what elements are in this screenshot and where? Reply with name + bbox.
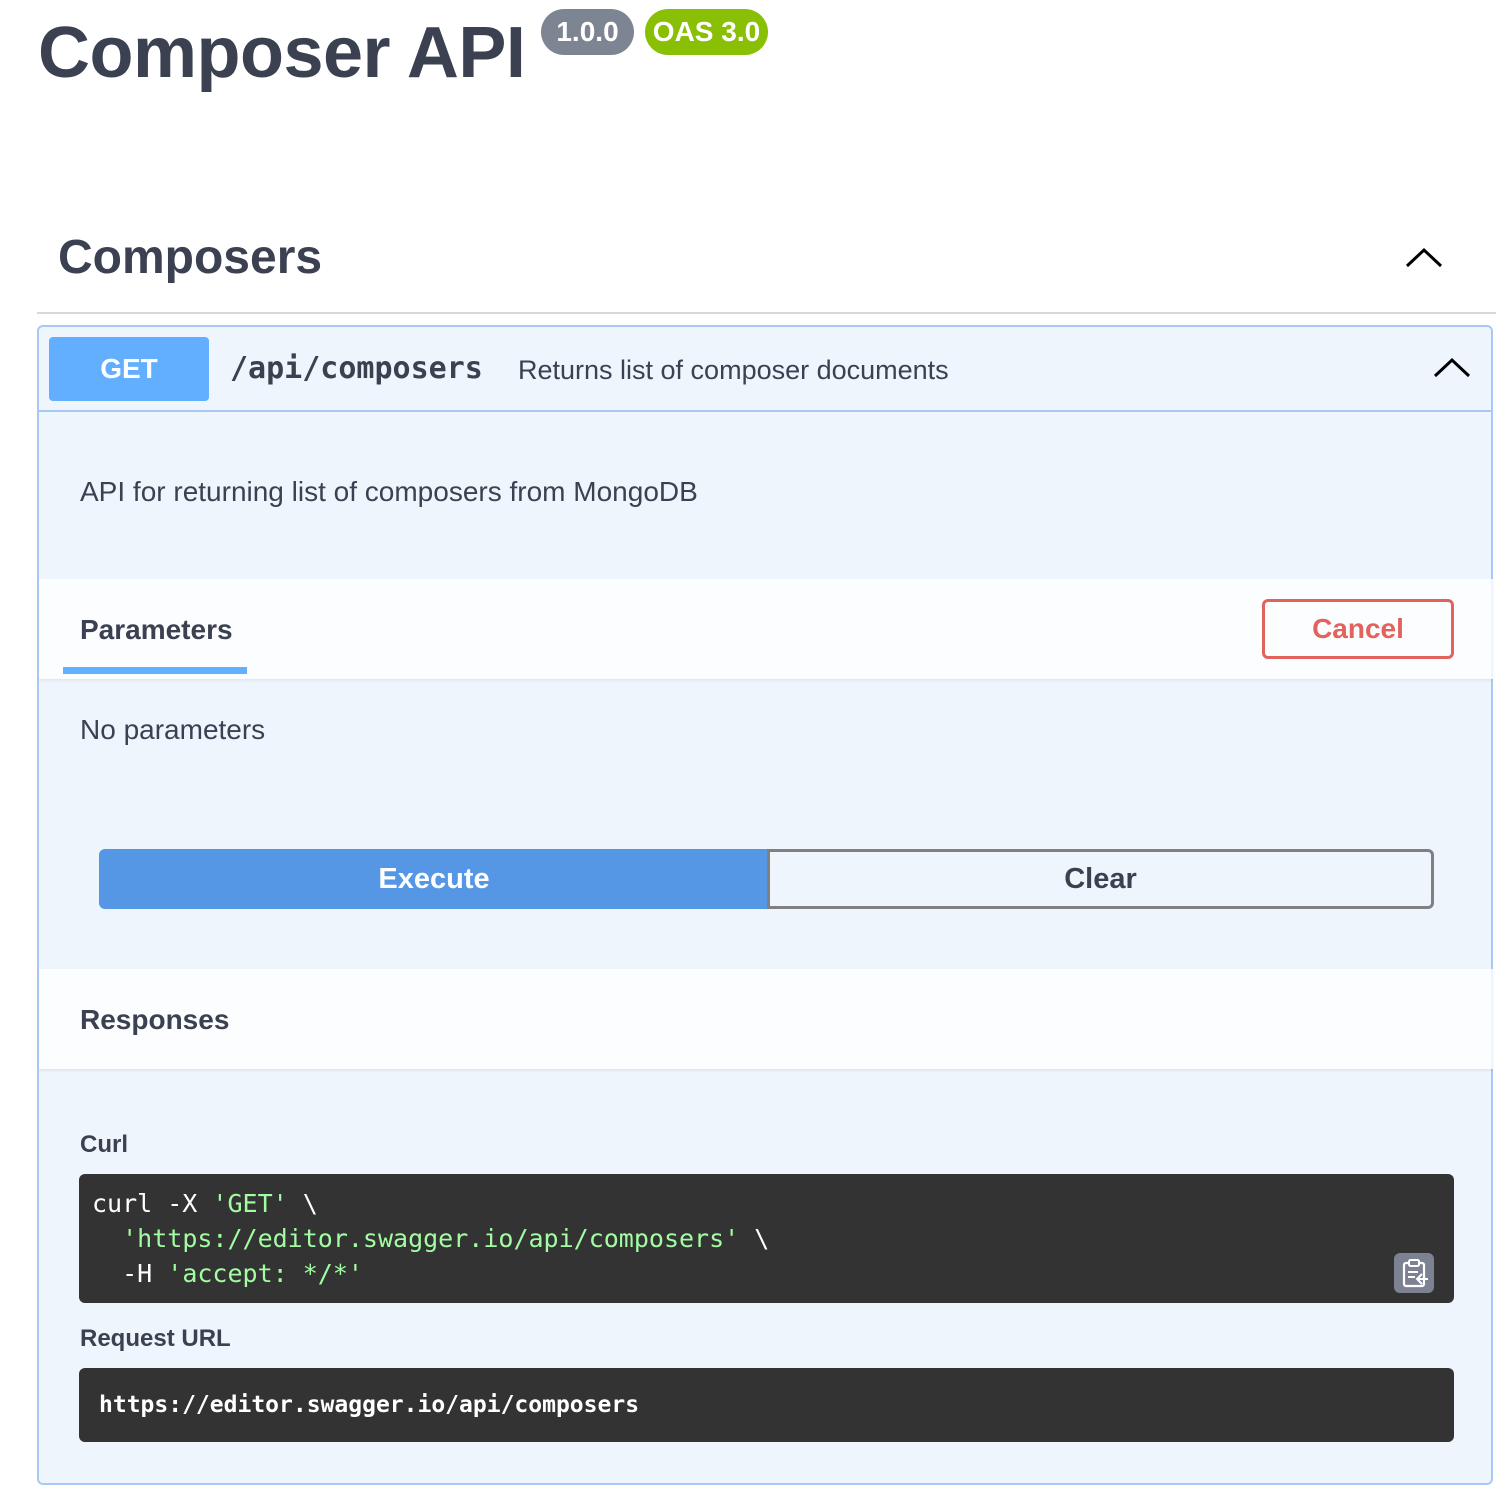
copy-to-clipboard-button[interactable] <box>1394 1253 1434 1293</box>
request-url-label: Request URL <box>80 1325 231 1352</box>
curl-label: Curl <box>80 1131 128 1158</box>
version-badge: 1.0.0 <box>541 9 634 55</box>
cancel-button[interactable]: Cancel <box>1262 599 1454 659</box>
operation-summary[interactable]: Returns list of composer documents <box>518 350 949 390</box>
execute-button[interactable]: Execute <box>99 849 769 909</box>
curl-url-string: 'https://editor.swagger.io/api/composers… <box>122 1224 740 1253</box>
page-title: Composer API <box>38 13 526 93</box>
curl-continuation: \ <box>287 1189 318 1218</box>
clear-button[interactable]: Clear <box>767 849 1434 909</box>
tab-active-indicator <box>63 667 247 674</box>
curl-indent <box>92 1224 122 1253</box>
curl-continuation: \ <box>739 1224 770 1253</box>
curl-line: curl -X 'GET' \ <box>92 1186 318 1221</box>
clipboard-icon <box>1402 1259 1428 1288</box>
request-url-text: https://editor.swagger.io/api/composers <box>99 1392 640 1418</box>
operation-summary-divider <box>39 410 1493 412</box>
method-badge[interactable]: GET <box>49 337 209 401</box>
tag-title[interactable]: Composers <box>58 228 322 288</box>
operation-description: API for returning list of composers from… <box>80 476 698 507</box>
chevron-up-icon[interactable] <box>1428 350 1476 386</box>
curl-line: -H 'accept: */*' <box>92 1256 363 1291</box>
tab-parameters[interactable]: Parameters <box>80 610 233 650</box>
operation-path[interactable]: /api/composers <box>230 346 483 392</box>
curl-header-flag: -H <box>92 1259 168 1288</box>
tag-divider <box>37 312 1496 314</box>
curl-header-string: 'accept: */*' <box>167 1259 363 1288</box>
oas-badge: OAS 3.0 <box>645 9 768 55</box>
curl-line: 'https://editor.swagger.io/api/composers… <box>92 1221 769 1256</box>
no-parameters-text: No parameters <box>80 714 266 745</box>
curl-method-string: 'GET' <box>212 1189 288 1218</box>
curl-command: curl -X <box>92 1189 213 1218</box>
responses-header <box>39 969 1493 1069</box>
responses-title: Responses <box>80 1004 230 1035</box>
chevron-up-icon[interactable] <box>1398 238 1450 278</box>
